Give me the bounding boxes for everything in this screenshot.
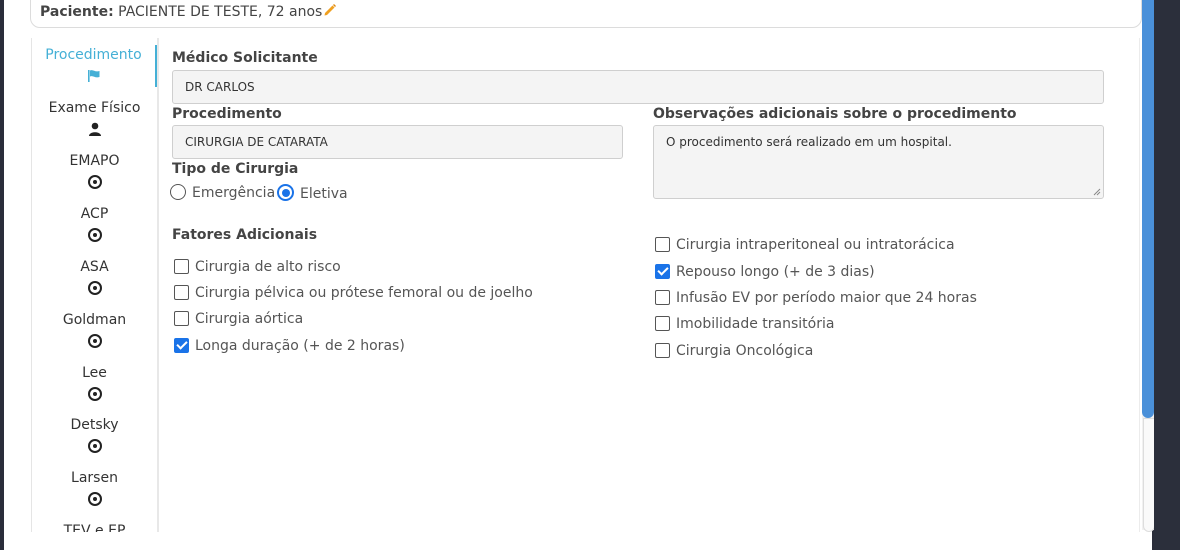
user-icon bbox=[32, 118, 157, 140]
sidebar-item-label: Goldman bbox=[62, 312, 127, 328]
sidebar-item-label: ACP bbox=[80, 206, 109, 222]
checkbox-label: Repouso longo (+ de 3 dias) bbox=[676, 264, 875, 280]
checkbox-infusao-ev[interactable]: Infusão EV por período maior que 24 hora… bbox=[655, 290, 977, 306]
checkbox-label: Cirurgia Oncológica bbox=[676, 343, 814, 359]
sidebar-item-detsky[interactable]: Detsky bbox=[32, 415, 157, 457]
patient-bar: Paciente: PACIENTE DE TESTE, 72 anos bbox=[30, 0, 1142, 28]
tipo-cirurgia-label: Tipo de Cirurgia bbox=[172, 161, 299, 177]
radio-selected-icon bbox=[277, 184, 294, 201]
sidebar-item-emapo[interactable]: EMAPO bbox=[32, 151, 157, 193]
checkbox-icon bbox=[655, 343, 670, 358]
checkbox-checked-icon bbox=[174, 338, 189, 353]
checkbox-label: Imobilidade transitória bbox=[676, 316, 835, 332]
checkbox-label: Infusão EV por período maior que 24 hora… bbox=[676, 290, 977, 306]
checkbox-label: Cirurgia de alto risco bbox=[195, 259, 341, 275]
radio-label: Emergência bbox=[192, 185, 276, 201]
procedimento-label: Procedimento bbox=[172, 106, 282, 122]
sidebar-item-label: Larsen bbox=[71, 470, 118, 486]
radio-icon bbox=[87, 334, 102, 348]
checkbox-checked-icon bbox=[655, 264, 670, 279]
sidebar-item-exame-fisico[interactable]: Exame Físico bbox=[32, 98, 157, 140]
patient-value: PACIENTE DE TESTE, 72 anos bbox=[118, 4, 323, 20]
checkbox-icon bbox=[655, 290, 670, 305]
sidebar-item-asa[interactable]: ASA bbox=[32, 257, 157, 299]
modal-bottom bbox=[4, 532, 1152, 550]
patient-label: Paciente: bbox=[40, 4, 114, 20]
checkbox-icon bbox=[655, 237, 670, 252]
radio-icon bbox=[170, 184, 186, 200]
checkbox-icon bbox=[174, 285, 189, 300]
sidebar-item-label: Exame Físico bbox=[48, 100, 141, 116]
checkbox-longa-duracao[interactable]: Longa duração (+ de 2 horas) bbox=[174, 338, 405, 354]
modal: Paciente: PACIENTE DE TESTE, 72 anos Pro… bbox=[4, 0, 1152, 550]
radio-icon bbox=[87, 175, 102, 189]
checkbox-label: Cirurgia pélvica ou prótese femoral ou d… bbox=[195, 285, 533, 301]
sidebar-item-label: Detsky bbox=[70, 417, 119, 433]
radio-eletiva[interactable]: Eletiva bbox=[277, 184, 348, 202]
checkbox-label: Longa duração (+ de 2 horas) bbox=[195, 338, 405, 354]
checkbox-repouso-longo[interactable]: Repouso longo (+ de 3 dias) bbox=[655, 264, 875, 280]
sidebar-item-acp[interactable]: ACP bbox=[32, 204, 157, 246]
flag-icon bbox=[32, 65, 155, 87]
sidebar-item-procedimento[interactable]: Procedimento bbox=[32, 45, 157, 87]
checkbox-intraperitoneal[interactable]: Cirurgia intraperitoneal ou intratorácic… bbox=[655, 237, 955, 253]
radio-emergencia[interactable]: Emergência bbox=[170, 184, 275, 201]
resize-handle-icon[interactable] bbox=[1093, 188, 1101, 196]
patient-info: Paciente: PACIENTE DE TESTE, 72 anos bbox=[40, 3, 337, 21]
sidebar-item-label: Lee bbox=[82, 365, 107, 381]
sidebar-item-larsen[interactable]: Larsen bbox=[32, 468, 157, 510]
radio-icon bbox=[87, 492, 102, 506]
sidebar-item-label: Procedimento bbox=[45, 47, 142, 63]
radio-icon bbox=[87, 439, 102, 453]
fatores-label: Fatores Adicionais bbox=[172, 227, 318, 243]
checkbox-icon bbox=[174, 259, 189, 274]
sidebar-nav: Procedimento Exame Físico EMAPO ACP ASA … bbox=[31, 38, 159, 532]
checkbox-pelvica[interactable]: Cirurgia pélvica ou prótese femoral ou d… bbox=[174, 285, 533, 301]
radio-icon bbox=[87, 281, 102, 295]
observacoes-text: O procedimento será realizado em um hosp… bbox=[666, 135, 952, 149]
checkbox-icon bbox=[655, 316, 670, 331]
medico-label: Médico Solicitante bbox=[172, 50, 318, 66]
pencil-icon[interactable] bbox=[323, 3, 337, 21]
radio-icon bbox=[87, 228, 102, 242]
window-edge bbox=[1154, 0, 1180, 550]
radio-label: Eletiva bbox=[300, 186, 348, 202]
medico-input[interactable]: DR CARLOS bbox=[172, 70, 1104, 104]
sidebar-item-goldman[interactable]: Goldman bbox=[32, 310, 157, 352]
checkbox-label: Cirurgia aórtica bbox=[195, 311, 304, 327]
sidebar-item-label: TEV e EP bbox=[63, 523, 126, 532]
panel-border bbox=[1139, 38, 1140, 532]
checkbox-icon bbox=[174, 311, 189, 326]
sidebar-item-label: EMAPO bbox=[69, 153, 120, 169]
observacoes-textarea[interactable]: O procedimento será realizado em um hosp… bbox=[653, 125, 1104, 199]
checkbox-imobilidade[interactable]: Imobilidade transitória bbox=[655, 316, 834, 332]
sidebar-item-tev-ep[interactable]: TEV e EP bbox=[32, 521, 157, 532]
sidebar-item-lee[interactable]: Lee bbox=[32, 363, 157, 405]
checkbox-alto-risco[interactable]: Cirurgia de alto risco bbox=[174, 259, 341, 275]
checkbox-label: Cirurgia intraperitoneal ou intratorácic… bbox=[676, 237, 955, 253]
checkbox-aortica[interactable]: Cirurgia aórtica bbox=[174, 311, 303, 327]
scrollbar-thumb[interactable] bbox=[1142, 0, 1154, 418]
radio-icon bbox=[87, 387, 102, 401]
sidebar-item-label: ASA bbox=[80, 259, 109, 275]
procedimento-input[interactable]: CIRURGIA DE CATARATA bbox=[172, 125, 623, 159]
checkbox-oncologica[interactable]: Cirurgia Oncológica bbox=[655, 343, 813, 359]
observacoes-label: Observações adicionais sobre o procedime… bbox=[653, 106, 1017, 122]
